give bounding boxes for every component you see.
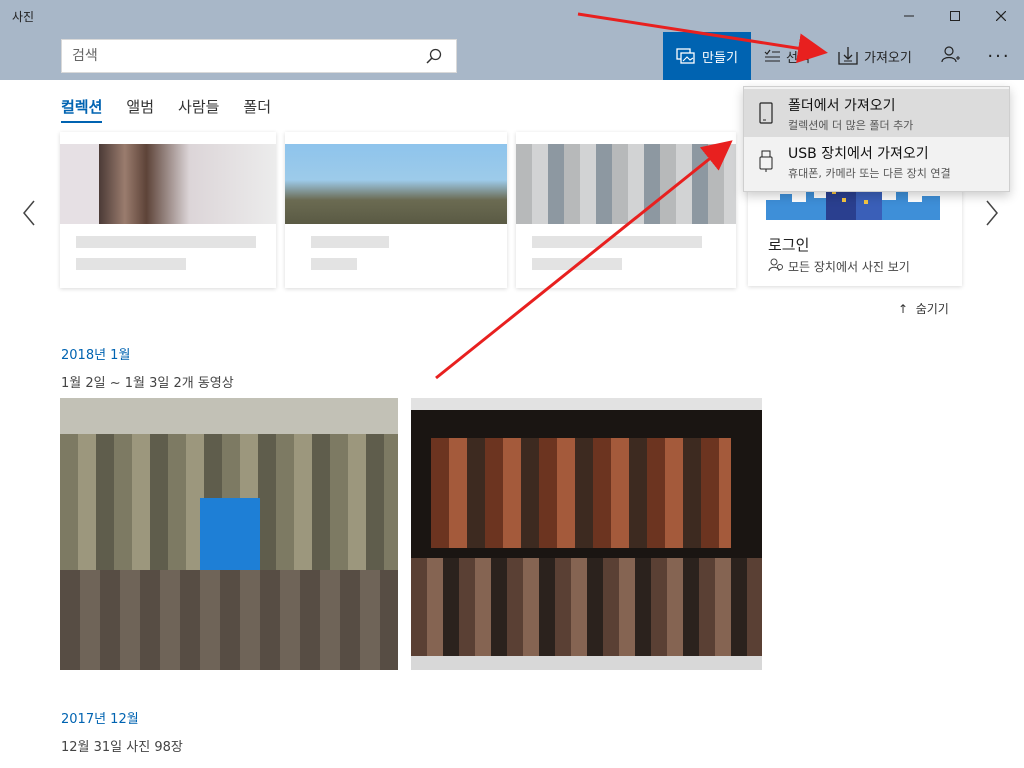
carousel-prev-button[interactable] (22, 200, 36, 233)
create-button[interactable]: 만들기 (663, 32, 751, 80)
hide-button[interactable]: ↑ 숨기기 (898, 300, 949, 317)
photo-region (411, 558, 762, 658)
photo-region (411, 656, 762, 670)
minimize-icon (904, 15, 914, 17)
add-person-button[interactable] (936, 32, 966, 80)
person-add-icon (941, 45, 961, 67)
video-thumbnail[interactable] (60, 398, 398, 670)
video-thumbnail[interactable] (411, 398, 762, 670)
photo-region (60, 570, 398, 670)
menu-item-sub: 휴대폰, 카메라 또는 다른 장치 연결 (788, 167, 951, 180)
import-icon (838, 47, 858, 65)
select-button[interactable]: 선택 (760, 32, 822, 80)
menu-item-sub: 컬렉션에 더 많은 폴더 추가 (788, 119, 914, 132)
login-subtitle-row: 모든 장치에서 사진 보기 (768, 258, 910, 275)
tab-albums[interactable]: 앨범 (126, 96, 154, 123)
tab-people[interactable]: 사람들 (178, 96, 219, 123)
photo-region (411, 398, 762, 410)
window-title: 사진 (12, 10, 35, 24)
minimize-button[interactable] (886, 0, 932, 32)
photo-region (200, 498, 260, 578)
carousel-next-button[interactable] (985, 200, 999, 233)
import-button[interactable]: 가져오기 (836, 32, 922, 80)
create-icon (676, 47, 696, 65)
search-box (61, 39, 457, 73)
search-icon[interactable] (426, 48, 442, 68)
checklist-icon (764, 49, 780, 63)
close-button[interactable] (978, 0, 1024, 32)
section-heading[interactable]: 2017년 12월 (61, 708, 139, 727)
suggestion-card[interactable] (285, 132, 507, 288)
select-label: 선택 (786, 50, 810, 66)
more-icon: ··· (987, 45, 1011, 67)
card-thumbnail (285, 144, 507, 224)
maximize-icon (950, 11, 960, 21)
suggestion-card[interactable] (516, 132, 736, 288)
maximize-button[interactable] (932, 0, 978, 32)
usb-icon (744, 137, 788, 185)
login-subtitle: 모든 장치에서 사진 보기 (788, 260, 910, 274)
photo-region (431, 438, 731, 548)
card-thumbnail (516, 144, 736, 224)
arrow-up-icon: ↑ (898, 302, 909, 316)
close-icon (996, 11, 1006, 21)
import-label: 가져오기 (864, 50, 912, 66)
import-from-folder-item[interactable]: 폴더에서 가져오기 컬렉션에 더 많은 폴더 추가 (744, 89, 1009, 137)
card-text-placeholder (532, 258, 622, 270)
suggestion-card[interactable] (60, 132, 276, 288)
import-from-usb-item[interactable]: USB 장치에서 가져오기 휴대폰, 카메라 또는 다른 장치 연결 (744, 137, 1009, 185)
card-text-placeholder (76, 236, 256, 248)
hide-label: 숨기기 (915, 302, 949, 316)
section-subheading: 1월 2일 ~ 1월 3일 2개 동영상 (61, 376, 234, 391)
search-input[interactable] (72, 40, 412, 72)
menu-item-label: USB 장치에서 가져오기 (788, 146, 929, 162)
create-label: 만들기 (702, 50, 738, 66)
import-menu: 폴더에서 가져오기 컬렉션에 더 많은 폴더 추가 USB 장치에서 가져오기 … (743, 86, 1010, 192)
card-text-placeholder (532, 236, 702, 248)
card-thumbnail (60, 144, 276, 224)
chevron-left-icon (23, 200, 35, 226)
section-heading[interactable]: 2018년 1월 (61, 344, 130, 363)
card-text-placeholder (76, 258, 186, 270)
people-icon (768, 258, 784, 275)
photo-region (60, 398, 398, 434)
section-subheading: 12월 31일 사진 98장 (61, 740, 183, 755)
tab-folders[interactable]: 폴더 (243, 96, 271, 123)
more-button[interactable]: ··· (984, 32, 1014, 80)
card-text-placeholder (311, 236, 389, 248)
folder-icon (744, 89, 788, 137)
menu-item-label: 폴더에서 가져오기 (788, 98, 896, 114)
card-text-placeholder (311, 258, 357, 270)
chevron-right-icon (986, 200, 998, 226)
collection-tabs: 컬렉션 앨범 사람들 폴더 (61, 96, 271, 123)
login-title: 로그인 (768, 236, 810, 254)
tab-collection[interactable]: 컬렉션 (61, 96, 103, 123)
